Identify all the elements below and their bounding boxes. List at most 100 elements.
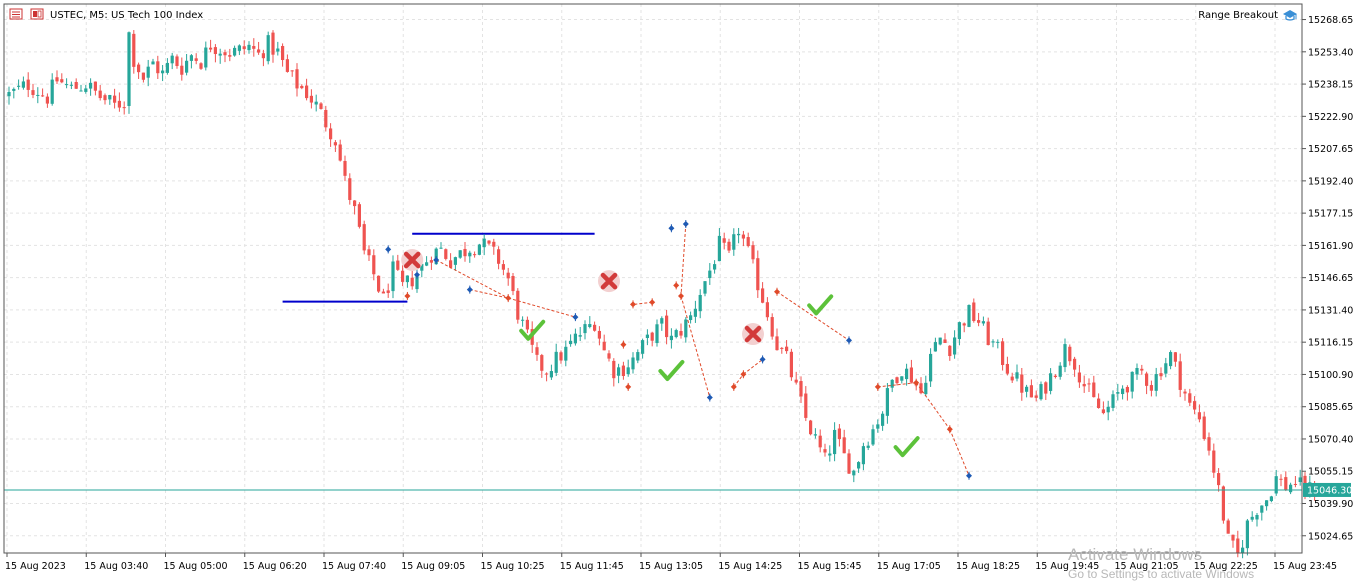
candle-body [1092, 382, 1096, 398]
candle-body [60, 79, 64, 83]
candle-body [535, 347, 539, 355]
candle-body [189, 55, 193, 61]
chart-window-icon[interactable] [9, 8, 23, 20]
time-tick-label: 15 Aug 21:05 [1115, 561, 1179, 572]
candle-body [1289, 484, 1293, 493]
candle-body [309, 95, 313, 103]
candle-body [1101, 409, 1105, 414]
candle-body [132, 33, 136, 67]
candle-body [74, 82, 78, 89]
candle-body [233, 47, 237, 56]
candle-body [449, 260, 453, 268]
candle-body [1125, 386, 1129, 393]
candle-body [554, 351, 558, 373]
candle-body [857, 462, 861, 469]
candle-body [655, 324, 659, 344]
candle-body [223, 52, 227, 56]
candle-body [698, 294, 702, 312]
candle-body [12, 88, 16, 91]
candle-body [1226, 520, 1230, 534]
candle-body [828, 453, 832, 456]
candle-body [1260, 505, 1264, 513]
candle-body [290, 70, 294, 72]
candle-body [98, 90, 102, 99]
candle-body [410, 277, 414, 287]
candle-body [770, 317, 774, 337]
candle-body [1077, 372, 1081, 383]
candle-body [549, 371, 553, 378]
candlestick-chart[interactable]: 15268.65 15253.40 15238.15 15222.90 15207.65… [0, 0, 1358, 579]
candle-body [55, 77, 59, 82]
candle-body [89, 82, 93, 89]
candle-body [569, 340, 573, 345]
candle-body [804, 393, 808, 418]
candle-body [746, 237, 750, 247]
candle-body [405, 275, 409, 283]
candle-body [1087, 383, 1091, 385]
price-tick-label: 15100.90 [1308, 370, 1353, 381]
price-tick-label: 15268.65 [1308, 15, 1353, 26]
candle-body [669, 335, 673, 341]
candle-body [636, 352, 640, 361]
candle-body [900, 376, 904, 381]
candle-body [381, 291, 385, 294]
candle-body [1015, 372, 1019, 379]
chart-window[interactable]: 15268.65 15253.40 15238.15 15222.90 15207.65… [0, 0, 1358, 581]
candle-body [957, 322, 961, 340]
candle-body [645, 334, 649, 339]
candle-body [151, 61, 155, 65]
candle-body [108, 94, 112, 100]
candle-body [852, 470, 856, 476]
candle-body [319, 103, 323, 109]
price-tick-label: 15207.65 [1308, 144, 1353, 155]
candle-body [492, 241, 496, 247]
candle-body [597, 330, 601, 339]
candle-body [929, 353, 933, 382]
candle-body [141, 72, 145, 80]
price-tick-label: 15192.40 [1308, 176, 1353, 187]
candle-body [727, 241, 731, 251]
candle-body [751, 245, 755, 260]
candle-body [525, 319, 529, 330]
candle-body [65, 84, 69, 86]
candle-body [1149, 385, 1153, 391]
candle-body [439, 247, 443, 249]
chart-mode-icon[interactable] [30, 8, 44, 20]
indicator-name: Range Breakout [1198, 10, 1278, 21]
candle-body [237, 45, 241, 51]
candle-body [1106, 406, 1110, 413]
candle-body [905, 368, 909, 380]
price-tick-label: 15024.65 [1308, 531, 1353, 542]
candle-body [833, 429, 837, 455]
price-tick-label: 15085.65 [1308, 402, 1353, 413]
candle-body [631, 357, 635, 370]
candle-body [972, 302, 976, 321]
candle-body [885, 388, 889, 416]
candle-body [117, 100, 121, 108]
candle-body [50, 79, 54, 104]
candle-body [693, 308, 697, 317]
candle-body [756, 258, 760, 291]
candle-body [281, 46, 285, 61]
candle-body [660, 318, 664, 324]
candle-body [881, 413, 885, 426]
candle-body [1202, 416, 1206, 440]
candle-body [295, 69, 299, 89]
candle-body [861, 446, 865, 465]
candle-body [626, 367, 630, 375]
candle-body [468, 252, 472, 257]
candle-body [602, 341, 606, 351]
candle-body [1121, 388, 1125, 395]
candle-body [175, 56, 179, 66]
candle-body [1073, 358, 1077, 370]
candle-body [986, 321, 990, 346]
candle-body [247, 44, 251, 51]
candle-body [377, 275, 381, 292]
candle-body [103, 95, 107, 101]
candle-body [1034, 395, 1038, 398]
candle-body [837, 428, 841, 439]
candle-body [1049, 373, 1053, 391]
time-tick-label: 15 Aug 11:45 [560, 561, 624, 572]
candle-body [943, 339, 947, 344]
candle-body [1111, 394, 1115, 408]
